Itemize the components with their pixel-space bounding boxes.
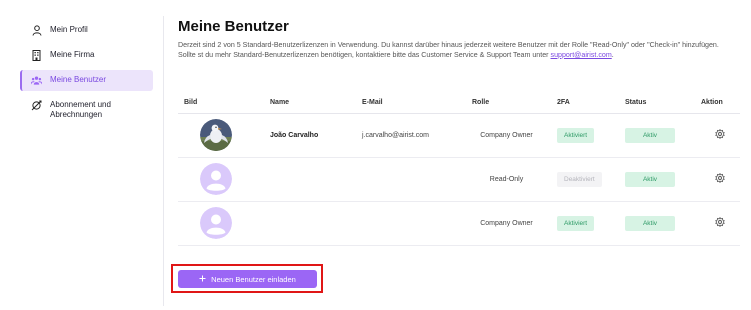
sidebar-divider bbox=[163, 16, 164, 306]
cell-email bbox=[356, 201, 466, 246]
cell-bild bbox=[178, 157, 264, 202]
cell-rolle: Company Owner bbox=[466, 113, 551, 158]
sidebar-item-label: Abonnement und Abrechnungen bbox=[50, 100, 111, 119]
sidebar-item-label: Mein Profil bbox=[50, 25, 88, 34]
cell-2fa: Aktiviert bbox=[551, 113, 619, 158]
column-header-bild: Bild bbox=[178, 93, 264, 114]
sidebar: Mein Profil Meine Firma Meine Benutzer A… bbox=[20, 20, 153, 129]
invite-button-highlight: Neuen Benutzer einladen bbox=[171, 264, 323, 293]
invite-user-label: Neuen Benutzer einladen bbox=[211, 274, 296, 284]
building-icon bbox=[31, 50, 42, 61]
placeholder-avatar bbox=[200, 207, 232, 239]
cell-rolle: Company Owner bbox=[466, 201, 551, 246]
twofa-badge: Aktiviert bbox=[557, 127, 595, 143]
column-header-name: Name bbox=[264, 93, 356, 114]
cell-aktion bbox=[695, 157, 740, 202]
placeholder-avatar bbox=[200, 163, 232, 195]
cell-status: Aktiv bbox=[619, 157, 695, 202]
description-text: Derzeit sind 2 von 5 Standard-Benutzerli… bbox=[178, 41, 719, 59]
cell-name bbox=[264, 157, 356, 202]
cell-status: Aktiv bbox=[619, 113, 695, 158]
support-email-link[interactable]: support@airist.com bbox=[551, 51, 612, 59]
main-content: Meine Benutzer Derzeit sind 2 von 5 Stan… bbox=[178, 18, 738, 60]
cell-rolle: Read-Only bbox=[466, 157, 551, 202]
table-row: João Carvalho j.carvalho@airist.com Comp… bbox=[178, 113, 740, 158]
cell-aktion bbox=[695, 201, 740, 246]
table-row: Read-Only Deaktiviert Aktiv bbox=[178, 157, 740, 202]
cell-email: j.carvalho@airist.com bbox=[356, 113, 466, 158]
column-header-2fa: 2FA bbox=[551, 93, 619, 114]
cell-status: Aktiv bbox=[619, 201, 695, 246]
cell-email bbox=[356, 157, 466, 202]
gear-icon[interactable] bbox=[715, 217, 725, 227]
gear-icon[interactable] bbox=[715, 173, 725, 183]
cell-name bbox=[264, 201, 356, 246]
cell-2fa: Aktiviert bbox=[551, 201, 619, 246]
status-badge: Aktiv bbox=[625, 215, 675, 231]
cell-name: João Carvalho bbox=[264, 113, 356, 158]
column-header-rolle: Rolle bbox=[466, 93, 551, 114]
column-header-status: Status bbox=[619, 93, 695, 114]
table-row: Company Owner Aktiviert Aktiv bbox=[178, 201, 740, 246]
twofa-badge: Aktiviert bbox=[557, 215, 595, 231]
cell-2fa: Deaktiviert bbox=[551, 157, 619, 202]
plus-icon bbox=[199, 275, 206, 284]
invite-user-button[interactable]: Neuen Benutzer einladen bbox=[178, 270, 317, 288]
sidebar-item-label: Meine Benutzer bbox=[50, 75, 107, 84]
twofa-badge: Deaktiviert bbox=[557, 171, 602, 187]
cell-bild bbox=[178, 201, 264, 246]
sidebar-item-meine-benutzer[interactable]: Meine Benutzer bbox=[20, 70, 153, 91]
status-badge: Aktiv bbox=[625, 127, 675, 143]
subscription-icon bbox=[31, 100, 42, 111]
sidebar-item-meine-firma[interactable]: Meine Firma bbox=[20, 45, 153, 66]
users-icon bbox=[31, 75, 42, 86]
user-name: João Carvalho bbox=[270, 131, 319, 139]
user-icon bbox=[31, 25, 42, 36]
column-header-aktion: Aktion bbox=[695, 93, 740, 114]
column-header-email: E-Mail bbox=[356, 93, 466, 114]
table-header-row: Bild Name E-Mail Rolle 2FA Status Aktion bbox=[178, 93, 740, 114]
sidebar-item-abonnement[interactable]: Abonnement und Abrechnungen bbox=[20, 95, 153, 125]
page-title: Meine Benutzer bbox=[178, 18, 289, 35]
sidebar-item-mein-profil[interactable]: Mein Profil bbox=[20, 20, 153, 41]
gear-icon[interactable] bbox=[715, 129, 725, 139]
page-description: Derzeit sind 2 von 5 Standard-Benutzerli… bbox=[178, 41, 736, 60]
cell-bild bbox=[178, 113, 264, 158]
cell-aktion bbox=[695, 113, 740, 158]
user-photo-avatar bbox=[200, 119, 232, 151]
users-table: Bild Name E-Mail Rolle 2FA Status Aktion bbox=[178, 93, 740, 246]
description-end: . bbox=[611, 50, 614, 59]
status-badge: Aktiv bbox=[625, 171, 675, 187]
sidebar-item-label: Meine Firma bbox=[50, 50, 95, 59]
